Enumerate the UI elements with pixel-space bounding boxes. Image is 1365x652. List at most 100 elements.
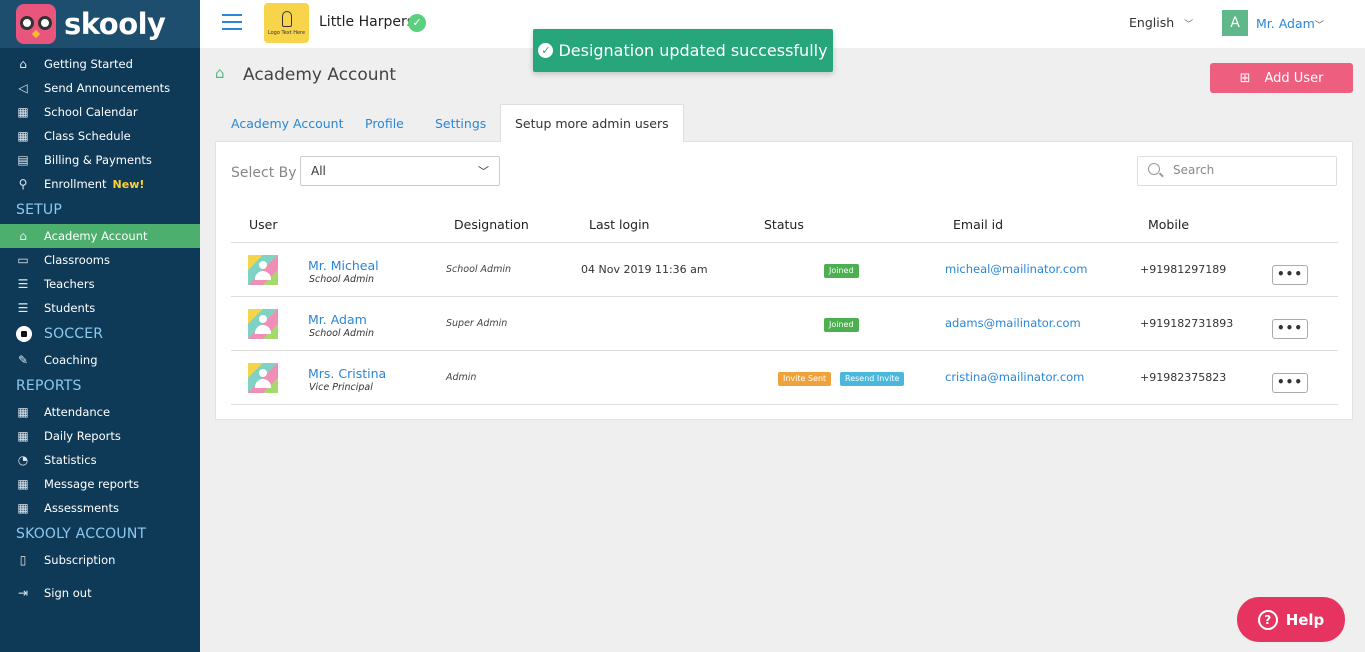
pencil-icon [281,10,292,27]
user-avatar[interactable]: A [1222,10,1248,36]
calendar-icon: ▦ [17,105,29,119]
email-link[interactable]: adams@mailinator.com [945,316,1081,330]
sidebar-item-label: Coaching [44,353,98,367]
language-label: English [1129,15,1175,30]
school-logo: Logo Text Here [264,3,309,43]
search-input[interactable] [1173,163,1323,177]
email-link[interactable]: cristina@mailinator.com [945,370,1084,384]
tab-academy-account[interactable]: Academy Account [231,104,344,142]
sidebar-item-label: Billing & Payments [44,153,152,167]
sidebar-item-attendance[interactable]: ▦ Attendance [0,400,200,424]
daily-reports-icon: ▦ [17,429,29,443]
soccer-ball-icon [16,326,32,342]
select-by-dropdown[interactable]: All ﹀ [300,156,500,186]
question-icon: ? [1257,609,1278,630]
sidebar-item-class-schedule[interactable]: ▦ Class Schedule [0,124,200,148]
add-user-button[interactable]: ⊞ Add User [1210,63,1353,93]
verified-check-icon: ✓ [408,14,426,32]
sidebar-item-coaching[interactable]: ✎ Coaching [0,348,200,372]
sidebar-item-label: Message reports [44,477,140,491]
logo-bar: skooly [0,0,200,48]
tab-setup-admin-users[interactable]: Setup more admin users [500,104,684,142]
email-link[interactable]: micheal@mailinator.com [945,262,1087,276]
hamburger-menu-icon[interactable] [222,14,242,32]
attendance-icon: ▦ [17,405,29,419]
sidebar-item-students[interactable]: ☰ Students [0,296,200,320]
sidebar-item-sign-out[interactable]: ⇥ Sign out [0,581,200,605]
plus-square-icon: ⊞ [1239,70,1251,86]
search-box[interactable] [1137,156,1337,186]
megaphone-icon: ◁ [18,81,28,95]
language-selector[interactable]: English ﹀ [1129,15,1193,30]
sidebar-item-school-calendar[interactable]: ▦ School Calendar [0,100,200,124]
user-name-link[interactable]: Mr. Adam [308,312,367,327]
sidebar-item-label: Statistics [44,453,97,467]
sidebar-item-enrollment[interactable]: ⚲ Enrollment New! [0,172,200,196]
sidebar-item-label: Teachers [44,277,95,291]
sidebar-item-label: Classrooms [44,253,110,267]
sidebar-item-label: Students [44,301,96,315]
user-role: Vice Principal [309,382,373,393]
sidebar-item-message-reports[interactable]: ▦ Message reports [0,472,200,496]
divider [231,296,1338,297]
teachers-icon: ☰ [17,277,29,291]
students-icon: ☰ [17,301,29,315]
sidebar-item-subscription[interactable]: ▯ Subscription [0,548,200,572]
sidebar-item-teachers[interactable]: ☰ Teachers [0,272,200,296]
column-header-status: Status [764,217,804,232]
user-name-link[interactable]: Mr. Micheal [308,258,379,273]
tab-profile[interactable]: Profile [365,104,404,142]
user-avatar-icon [248,255,278,285]
success-toast: ✓ Designation updated successfully [533,29,833,72]
sidebar-item-label: Daily Reports [44,429,121,443]
school-logo-text: Logo Text Here [267,29,306,36]
tab-settings[interactable]: Settings [435,104,486,142]
sidebar-item-daily-reports[interactable]: ▦ Daily Reports [0,424,200,448]
sidebar-item-label: Assessments [44,501,119,515]
section-soccer: SOCCER [16,326,103,342]
resend-invite-button[interactable]: Resend Invite [840,372,905,386]
sidebar-item-label: Class Schedule [44,129,131,143]
check-circle-icon: ✓ [538,43,554,58]
column-header-last-login: Last login [589,217,650,232]
sidebar-item-billing[interactable]: ▤ Billing & Payments [0,148,200,172]
select-by-value: All [311,164,326,178]
mobile-number: +91981297189 [1140,263,1227,276]
school-name: Little Harpers [319,14,415,30]
divider [231,350,1338,351]
toast-message: Designation updated successfully [558,41,828,60]
select-by-label: Select By [231,165,297,181]
section-skooly-account: SKOOLY ACCOUNT [16,526,147,542]
more-actions-button[interactable]: ••• [1272,265,1308,285]
sidebar-item-academy-account[interactable]: ⌂ Academy Account [0,224,200,248]
user-role: School Admin [309,328,375,339]
help-button[interactable]: ? Help [1237,597,1345,642]
bookmark-icon: ▯ [19,553,27,567]
academy-icon: ⌂ [215,64,225,82]
sidebar-item-assessments[interactable]: ▦ Assessments [0,496,200,520]
academy-icon: ⌂ [19,229,27,243]
more-actions-button[interactable]: ••• [1272,319,1308,339]
more-actions-button[interactable]: ••• [1272,373,1308,393]
sidebar-item-label: Attendance [44,405,111,419]
section-setup: SETUP [16,202,62,218]
chevron-down-icon: ﹀ [1314,21,1324,31]
sidebar-item-label: Subscription [44,553,116,567]
section-reports: REPORTS [16,378,82,394]
sidebar-item-label: Send Announcements [44,81,171,95]
search-icon [1148,163,1160,175]
sidebar-item-statistics[interactable]: ◔ Statistics [0,448,200,472]
sidebar-item-label: Academy Account [44,229,148,243]
user-menu[interactable]: Mr. Adam﹀ [1256,16,1324,31]
sidebar-item-label: Getting Started [44,57,133,71]
sidebar-item-classrooms[interactable]: ▭ Classrooms [0,248,200,272]
message-reports-icon: ▦ [17,477,29,491]
add-user-label: Add User [1264,70,1324,86]
sidebar-item-send-announcements[interactable]: ◁ Send Announcements [0,76,200,100]
last-login: 04 Nov 2019 11:36 am [581,263,708,276]
statistics-icon: ◔ [17,453,29,467]
user-name-link[interactable]: Mrs. Cristina [308,366,386,381]
page-title: Academy Account [243,65,397,85]
sidebar-item-getting-started[interactable]: ⌂ Getting Started [0,52,200,76]
assessments-icon: ▦ [17,501,29,515]
